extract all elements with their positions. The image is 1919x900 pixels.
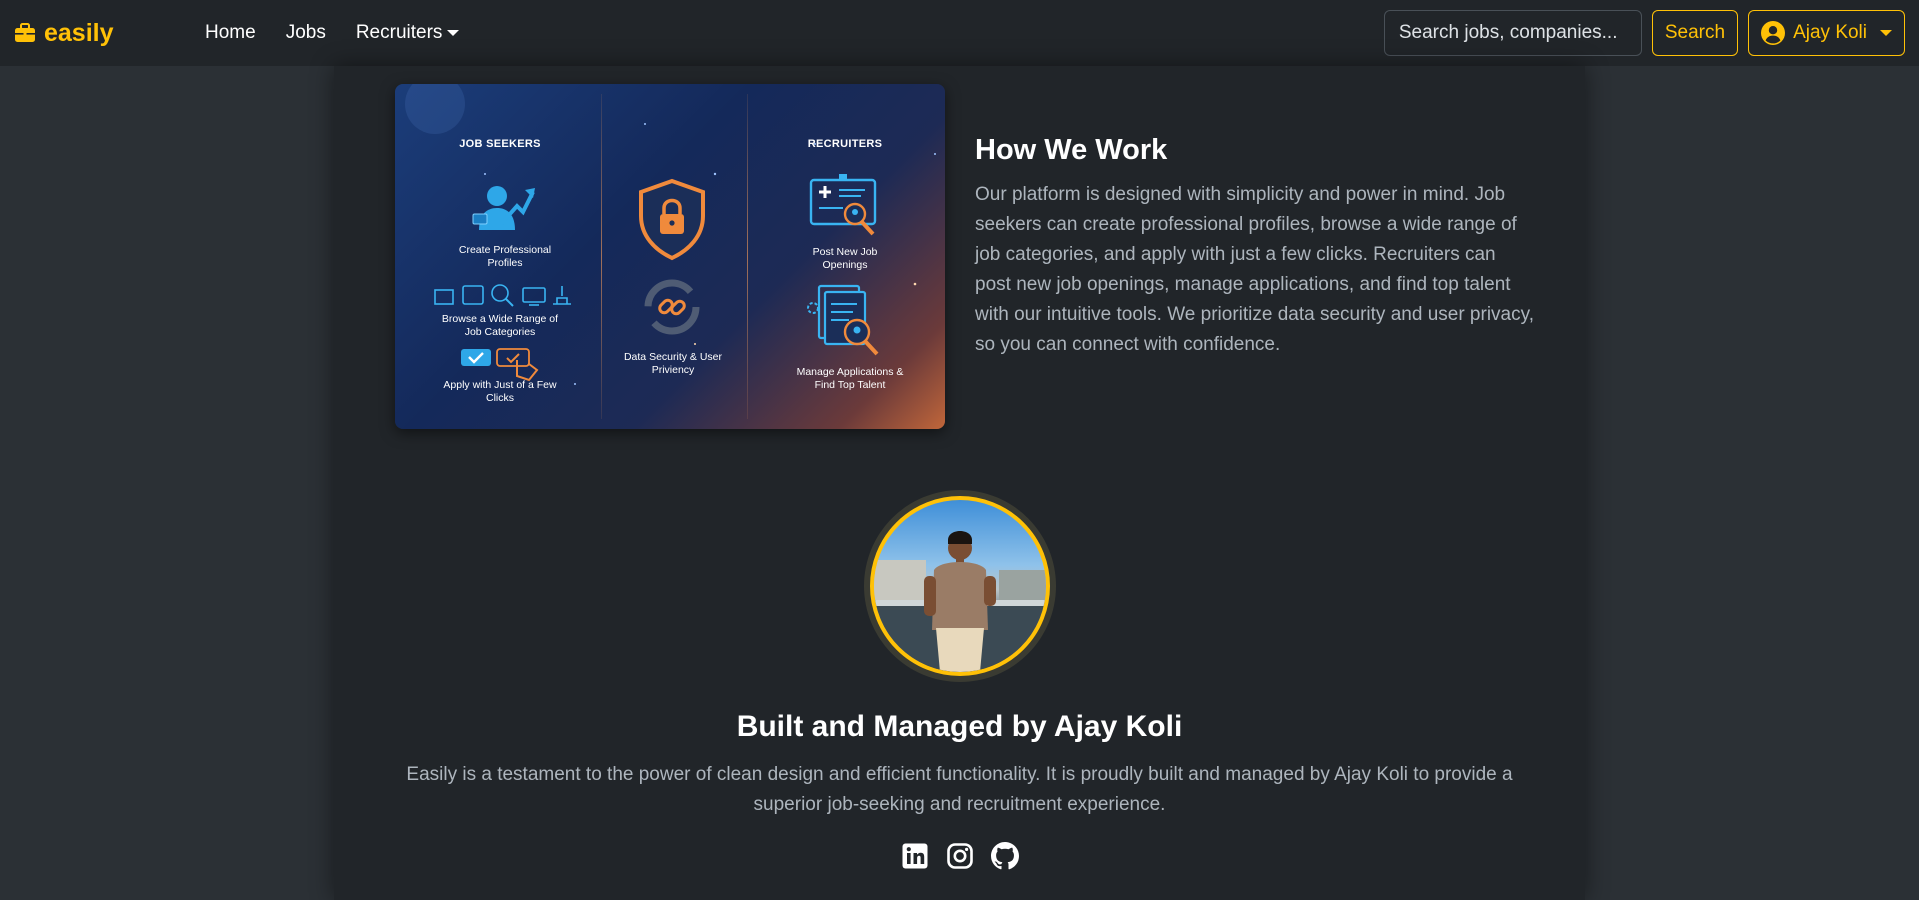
linkedin-icon: [902, 843, 927, 869]
nav-right: Search Ajay Koli: [1383, 10, 1905, 56]
brand-logo[interactable]: easily: [14, 19, 190, 48]
briefcase-icon: [15, 23, 35, 42]
how-we-work-image: JOB SEEKERS RECRUITERS Create Profession…: [395, 84, 945, 429]
social-links: [334, 842, 1585, 870]
user-name: Ajay Koli: [1793, 22, 1867, 43]
user-circle-icon: [1761, 21, 1786, 45]
nav-jobs[interactable]: Jobs: [271, 22, 341, 44]
how-we-work-title: How We Work: [975, 134, 1168, 166]
caret-down-icon: [1880, 30, 1892, 36]
caret-down-icon: [447, 30, 460, 36]
avatar: [870, 496, 1050, 676]
profile-title: Built and Managed by Ajay Koli: [736, 710, 1183, 743]
search-button[interactable]: Search: [1651, 10, 1739, 56]
github-link[interactable]: [990, 842, 1019, 870]
caption-create-profiles: Create Professional Profiles: [458, 244, 552, 269]
caption-data-security: Data Security & User Priviency: [623, 351, 723, 376]
job-categories-icon: [434, 284, 571, 307]
person-photo: [874, 531, 1046, 672]
main-panel: JOB SEEKERS RECRUITERS Create Profession…: [334, 66, 1585, 900]
manage-applications-icon: [807, 284, 879, 356]
job-posting-icon: [809, 174, 877, 236]
profile-text: Easily is a testament to the power of cl…: [406, 764, 1513, 815]
caption-post-jobs: Post New Job Openings: [812, 246, 878, 271]
instagram-icon: [946, 843, 973, 869]
nav-recruiters-label: Recruiters: [355, 22, 443, 43]
caption-apply-clicks: Apply with Just of a Few Clicks: [443, 379, 557, 404]
instagram-link[interactable]: [946, 842, 974, 870]
nav-links: Home Jobs Recruiters: [190, 22, 474, 44]
how-we-work-text: Our platform is designed with simplicity…: [975, 184, 1534, 355]
divider-left: [601, 94, 602, 419]
data-sync-link-icon: [644, 279, 700, 335]
navbar: easily Home Jobs Recruiters Search Ajay …: [0, 0, 1919, 66]
caption-browse-categories: Browse a Wide Range of Job Categories: [441, 313, 559, 338]
github-icon: [990, 842, 1019, 870]
profile-growth-icon: [472, 186, 535, 230]
shield-lock-icon: [639, 178, 705, 261]
caption-manage-applications: Manage Applications & Find Top Talent: [796, 366, 904, 391]
user-menu-button[interactable]: Ajay Koli: [1748, 10, 1905, 56]
job-seekers-heading: JOB SEEKERS: [459, 138, 541, 150]
nav-recruiters-dropdown[interactable]: Recruiters: [341, 22, 475, 44]
brand-name: easily: [44, 18, 114, 47]
avatar-ring: [864, 490, 1056, 682]
divider-right: [747, 94, 748, 419]
search-input[interactable]: [1383, 10, 1642, 56]
nav-home[interactable]: Home: [190, 22, 271, 44]
recruiters-heading: RECRUITERS: [807, 138, 883, 150]
linkedin-link[interactable]: [901, 842, 929, 870]
apply-click-icon: [461, 348, 539, 382]
